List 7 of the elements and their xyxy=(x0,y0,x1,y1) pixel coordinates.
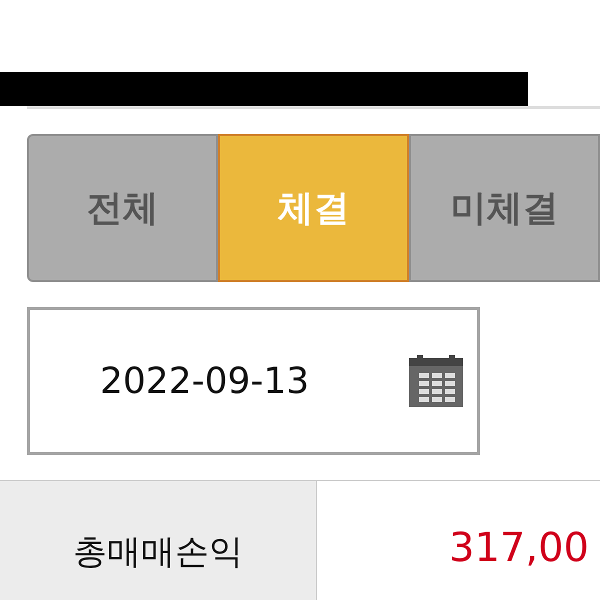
filter-tab[interactable]: 미체결 xyxy=(409,134,600,282)
summary-label: 총매매손익 xyxy=(0,481,317,600)
profit-value: 317,00 xyxy=(448,524,590,573)
filter-tab[interactable]: 체결 xyxy=(218,134,409,282)
date-field[interactable]: 2022-09-13 xyxy=(27,307,480,455)
calendar-icon[interactable] xyxy=(409,355,463,407)
filter-tab[interactable]: 전체 xyxy=(27,134,218,282)
